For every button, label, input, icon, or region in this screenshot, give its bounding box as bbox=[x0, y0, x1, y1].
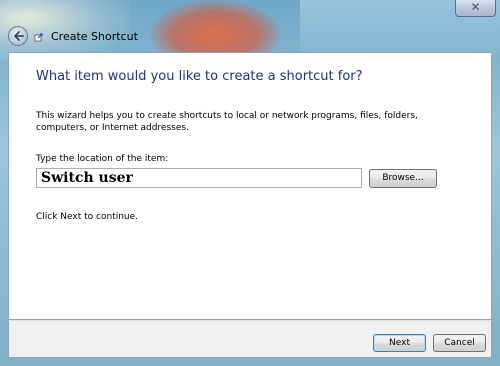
location-label: Type the location of the item: bbox=[36, 154, 169, 164]
browse-button[interactable]: Browse... bbox=[369, 169, 437, 188]
page-heading: What item would you like to create a sho… bbox=[36, 69, 363, 84]
window-title: Create Shortcut bbox=[51, 30, 138, 43]
wizard-description: This wizard helps you to create shortcut… bbox=[36, 111, 418, 133]
close-icon: ✕ bbox=[470, 0, 481, 14]
wizard-footer: Next Cancel bbox=[8, 320, 492, 358]
close-button[interactable]: ✕ bbox=[455, 0, 496, 17]
back-arrow-icon bbox=[14, 31, 24, 41]
back-button[interactable] bbox=[8, 26, 28, 46]
next-button[interactable]: Next bbox=[373, 334, 426, 352]
location-input[interactable]: Switch user bbox=[36, 168, 362, 188]
wizard-content: What item would you like to create a sho… bbox=[8, 52, 492, 320]
next-hint-text: Click Next to continue. bbox=[36, 212, 139, 222]
window-frame: ✕ Create Shortcut What item would you li… bbox=[0, 0, 500, 366]
cancel-button[interactable]: Cancel bbox=[433, 334, 486, 352]
shortcut-wizard-icon bbox=[34, 33, 43, 42]
